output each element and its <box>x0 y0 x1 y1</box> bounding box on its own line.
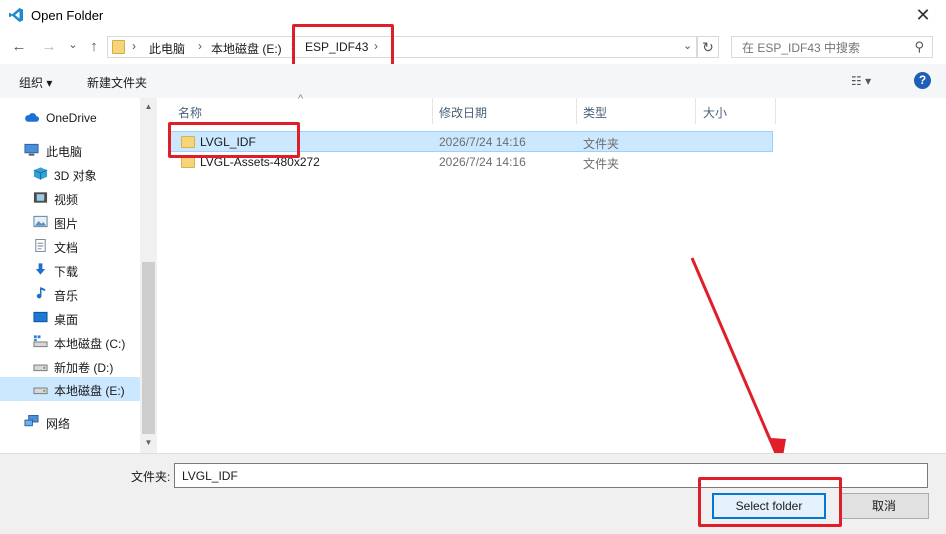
breadcrumb-drive-e[interactable]: 本地磁盘 (E:) <box>211 40 282 57</box>
sidebar-item-drive-d[interactable]: 新加卷 (D:) <box>0 354 140 378</box>
search-icon[interactable]: ⚲ <box>914 39 924 55</box>
sidebar-item-network[interactable]: 网络 <box>0 410 140 434</box>
cloud-icon <box>25 113 39 122</box>
vscode-icon <box>9 8 23 22</box>
file-date: 2026/7/24 14:16 <box>439 135 526 149</box>
sidebar-item-documents[interactable]: 文档 <box>0 234 140 258</box>
address-dropdown-icon[interactable]: ⌄ <box>683 39 692 52</box>
title-bar: Open Folder ✕ <box>0 0 946 31</box>
scroll-up-icon[interactable]: ▲ <box>140 102 157 111</box>
organize-menu[interactable]: 组织 ▾ <box>19 74 52 91</box>
desktop-icon <box>33 311 48 323</box>
sidebar-item-this-pc[interactable]: 此电脑 <box>0 138 140 162</box>
drive-icon <box>33 335 48 348</box>
sidebar-item-music[interactable]: 音乐 <box>0 282 140 306</box>
annotation-arrow <box>690 257 786 468</box>
annotation-highlight-path <box>292 24 394 68</box>
sidebar-item-3d-objects[interactable]: 3D 对象 <box>0 162 140 186</box>
sidebar-item-desktop[interactable]: 桌面 <box>0 306 140 330</box>
scrollbar-thumb[interactable] <box>142 262 155 434</box>
sidebar-item-drive-c[interactable]: 本地磁盘 (C:) <box>0 330 140 354</box>
view-options-button[interactable]: ☷ ▾ <box>851 74 871 88</box>
refresh-button[interactable]: ↻ <box>697 36 719 58</box>
help-button[interactable]: ? <box>914 72 931 89</box>
file-type: 文件夹 <box>583 137 620 151</box>
annotation-highlight-select <box>698 477 842 527</box>
sidebar-item-downloads[interactable]: 下载 <box>0 258 140 282</box>
drive-icon <box>33 364 48 372</box>
sidebar-item-drive-e[interactable]: 本地磁盘 (E:) <box>0 377 140 401</box>
new-folder-button[interactable]: 新建文件夹 <box>87 74 147 91</box>
sidebar-item-onedrive[interactable]: OneDrive <box>0 106 140 130</box>
close-button[interactable]: ✕ <box>905 2 941 28</box>
search-box[interactable]: ⚲ <box>731 36 933 58</box>
video-icon <box>33 192 48 203</box>
column-header-size[interactable]: 大小 <box>703 104 727 130</box>
column-divider[interactable] <box>432 98 433 124</box>
network-icon <box>24 415 39 427</box>
column-divider[interactable] <box>576 98 577 124</box>
scroll-down-icon[interactable]: ▼ <box>140 438 157 447</box>
sort-ascending-icon: ^ <box>298 93 304 105</box>
document-icon <box>35 239 46 252</box>
command-toolbar: 组织 ▾ 新建文件夹 ☷ ▾ ? <box>0 64 946 99</box>
sidebar-item-pictures[interactable]: 图片 <box>0 210 140 234</box>
navigation-pane: OneDrive 此电脑 3D 对象 视频 图片 文档 下载 音乐 桌面 本地磁… <box>0 98 157 453</box>
cancel-button[interactable]: 取消 <box>839 493 929 519</box>
breadcrumb-separator: › <box>132 39 136 53</box>
back-button[interactable]: ← <box>9 37 29 57</box>
window-title: Open Folder <box>31 8 104 23</box>
sidebar-item-videos[interactable]: 视频 <box>0 186 140 210</box>
column-header-date[interactable]: 修改日期 <box>439 104 487 130</box>
column-divider[interactable] <box>775 98 776 124</box>
computer-icon <box>24 143 39 156</box>
search-input[interactable] <box>740 38 914 58</box>
up-button[interactable]: ↑ <box>84 37 104 57</box>
folder-name-label: 文件夹: <box>131 470 171 484</box>
annotation-highlight-folder <box>168 122 300 158</box>
cube-icon <box>33 167 48 180</box>
folder-icon <box>112 40 125 54</box>
music-icon <box>36 287 46 299</box>
column-header-type[interactable]: 类型 <box>583 104 607 130</box>
file-type: 文件夹 <box>583 157 620 171</box>
column-divider[interactable] <box>695 98 696 124</box>
picture-icon <box>33 215 48 228</box>
download-icon <box>35 263 46 275</box>
file-date: 2026/7/24 14:16 <box>439 155 526 169</box>
address-bar[interactable]: › 此电脑 › 本地磁盘 (E:) › ESP_IDF43 › ⌄ <box>107 36 697 58</box>
breadcrumb-this-pc[interactable]: 此电脑 <box>149 40 185 57</box>
forward-button[interactable]: → <box>39 37 59 57</box>
breadcrumb-separator: › <box>198 39 202 53</box>
recent-locations-button[interactable]: ⌄ <box>63 35 83 55</box>
drive-icon <box>33 387 48 395</box>
